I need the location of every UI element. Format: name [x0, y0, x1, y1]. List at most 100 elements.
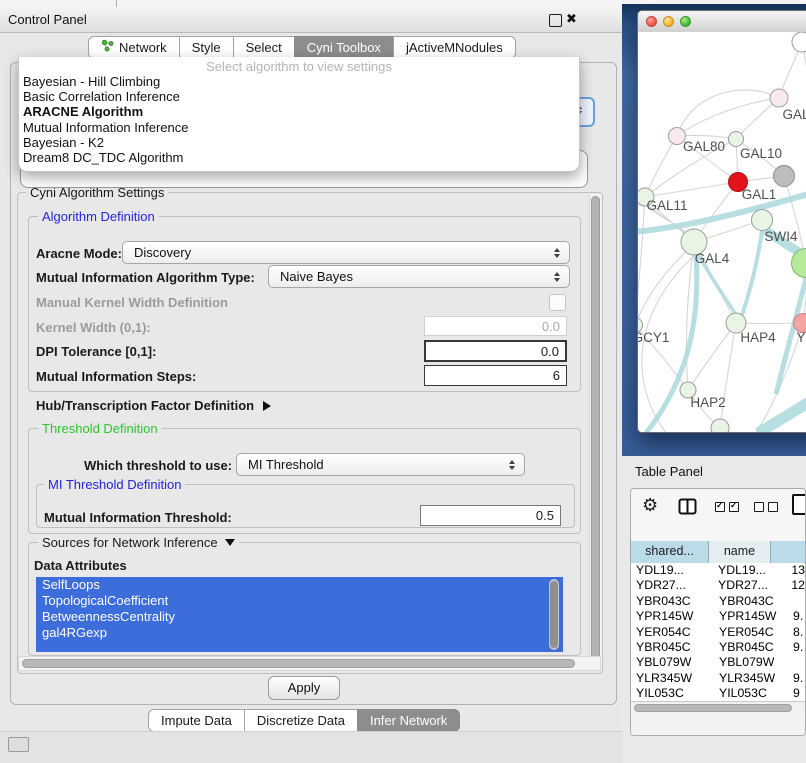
node-label: GAL10	[740, 146, 782, 161]
column-header-name[interactable]: name	[709, 541, 771, 563]
scrollbar-thumb[interactable]	[550, 581, 558, 648]
which-threshold-select[interactable]: MI Threshold	[236, 453, 525, 476]
network-window-titlebar[interactable]	[638, 11, 806, 33]
scrollbar-thumb[interactable]	[591, 196, 600, 666]
table-cell: 9.	[771, 671, 805, 686]
tab-label: Network	[119, 37, 167, 58]
tab-jactivemnodules[interactable]: jActiveMNodules	[393, 36, 516, 59]
minimize-window-icon[interactable]	[663, 16, 674, 27]
algorithm-dropdown-list: Bayesian - Hill ClimbingBasic Correlatio…	[21, 74, 577, 165]
close-window-icon[interactable]	[646, 16, 657, 27]
mi-threshold-label: Mutual Information Threshold:	[44, 510, 232, 525]
collapsed-panel-handle[interactable]	[8, 737, 29, 752]
data-attributes-list[interactable]: SelfLoopsTopologicalCoefficientBetweenne…	[36, 577, 563, 652]
kernel-width-field[interactable]: 0.0	[424, 316, 567, 336]
toolbar-divider	[116, 0, 117, 7]
table-cell: YBR043C	[709, 594, 771, 609]
network-node[interactable]	[729, 132, 744, 147]
table-cell: YDR27...	[631, 578, 708, 593]
float-window-button[interactable]	[549, 14, 562, 27]
control-panel-titlebar	[0, 8, 622, 33]
attribute-item[interactable]: SelfLoops	[36, 577, 563, 593]
close-panel-button[interactable]: ✖	[566, 8, 577, 32]
node-label: Y	[796, 330, 805, 345]
table-cell: YLR345W	[709, 671, 771, 686]
network-node-labels: GALGAL80GAL10GAL1GAL11SWI4GAL4GCY1HAP4YH…	[638, 107, 806, 410]
network-node[interactable]	[711, 419, 729, 433]
scrollbar-thumb[interactable]	[22, 659, 575, 668]
network-view-window[interactable]: GALGAL80GAL10GAL1GAL11SWI4GAL4GCY1HAP4YH…	[637, 10, 806, 433]
table-row[interactable]: YBR045CYBR045C9.	[631, 640, 805, 655]
network-node[interactable]	[752, 210, 773, 231]
table-header: shared... name	[631, 541, 805, 563]
table-row[interactable]: YDL19...YDL19...13	[631, 563, 805, 578]
hub-definition-toggle[interactable]: Hub/Transcription Factor Definition	[36, 398, 271, 413]
table-cell: YBR045C	[709, 640, 771, 655]
table-row[interactable]: YPR145WYPR145W9.	[631, 609, 805, 624]
tab-infer-network[interactable]: Infer Network	[357, 709, 460, 732]
manual-kernel-label: Manual Kernel Width Definition	[36, 295, 228, 310]
algorithm-option[interactable]: Bayesian - Hill Climbing	[21, 74, 577, 89]
table-cell: YLR345W	[631, 671, 709, 686]
column-layout-icon[interactable]	[678, 498, 697, 520]
table-row[interactable]: YER054CYER054C8.	[631, 625, 805, 640]
algorithm-option[interactable]: Dream8 DC_TDC Algorithm	[21, 150, 577, 165]
settings-vertical-scrollbar[interactable]	[589, 194, 602, 670]
table-row[interactable]: YIL053CYIL053C9	[631, 686, 805, 701]
table-cell: YDL19...	[708, 563, 769, 578]
zoom-window-icon[interactable]	[680, 16, 691, 27]
node-label: GAL11	[646, 198, 687, 213]
mi-type-label: Mutual Information Algorithm Type:	[36, 270, 255, 285]
manual-kernel-checkbox[interactable]	[549, 294, 566, 311]
attribute-item[interactable]: gal4RGexp	[36, 625, 563, 641]
apply-button[interactable]: Apply	[268, 676, 340, 700]
algorithm-option[interactable]: Basic Correlation Inference	[21, 89, 577, 104]
algorithm-option[interactable]: Mutual Information Inference	[21, 120, 577, 135]
mi-threshold-field[interactable]: 0.5	[420, 505, 561, 526]
tab-style[interactable]: Style	[179, 36, 234, 59]
tab-discretize-data[interactable]: Discretize Data	[244, 709, 358, 732]
network-node[interactable]	[770, 89, 788, 107]
table-horizontal-scrollbar[interactable]	[631, 701, 805, 714]
mi-steps-label: Mutual Information Steps:	[36, 369, 196, 384]
table-row[interactable]: YBR043CYBR043C	[631, 594, 805, 609]
column-header-partial[interactable]	[771, 541, 805, 563]
table-cell: 9.	[771, 609, 805, 624]
document-icon[interactable]	[792, 494, 806, 515]
mi-steps-field[interactable]: 6	[424, 365, 567, 386]
table-cell: 9	[771, 686, 805, 701]
aracne-mode-select[interactable]: Discovery	[122, 241, 570, 264]
settings-gear-icon[interactable]: ⚙	[642, 494, 658, 518]
combo-arrows-icon	[549, 272, 565, 282]
node-label: SWI4	[764, 229, 797, 244]
combo-arrows-icon	[549, 248, 565, 258]
column-header-shared-name[interactable]: shared...	[631, 541, 709, 563]
attribute-item[interactable]: BetweennessCentrality	[36, 609, 563, 625]
select-all-checkboxes-icon[interactable]	[715, 502, 739, 512]
tab-label: Impute Data	[161, 710, 232, 731]
algorithm-option[interactable]: ARACNE Algorithm	[21, 104, 577, 119]
sources-group-toggle[interactable]: Sources for Network Inference	[38, 535, 239, 550]
table-row[interactable]: YLR345WYLR345W9.	[631, 671, 805, 686]
dpi-tolerance-field[interactable]: 0.0	[424, 340, 567, 362]
network-node[interactable]	[792, 32, 806, 52]
algorithm-option[interactable]: Bayesian - K2	[21, 135, 577, 150]
tab-cyni-toolbox[interactable]: Cyni Toolbox	[294, 36, 394, 59]
network-canvas[interactable]: GALGAL80GAL10GAL1GAL11SWI4GAL4GCY1HAP4YH…	[638, 32, 806, 432]
tab-impute-data[interactable]: Impute Data	[148, 709, 245, 732]
table-row[interactable]: YBL079WYBL079W	[631, 655, 805, 670]
table-row[interactable]: YDR27...YDR27...12	[631, 578, 805, 593]
deselect-all-checkboxes-icon[interactable]	[754, 502, 778, 512]
scrollbar-thumb[interactable]	[634, 704, 792, 712]
attribute-item[interactable]: TopologicalCoefficient	[36, 593, 563, 609]
mi-algorithm-type-select[interactable]: Naive Bayes	[268, 265, 570, 288]
table-cell: YIL053C	[709, 686, 771, 701]
network-node[interactable]	[774, 166, 795, 187]
attributes-list-scrollbar[interactable]	[549, 579, 559, 650]
node-label: HAP2	[690, 395, 725, 410]
sources-group-title: Sources for Network Inference	[42, 535, 218, 550]
dpi-tolerance-label: DPI Tolerance [0,1]:	[36, 344, 156, 359]
tab-network[interactable]: Network	[88, 36, 180, 59]
settings-horizontal-scrollbar[interactable]	[18, 656, 601, 671]
tab-select[interactable]: Select	[233, 36, 295, 59]
